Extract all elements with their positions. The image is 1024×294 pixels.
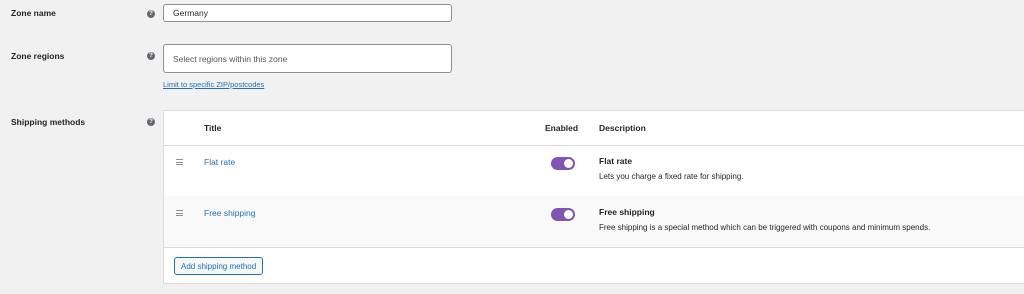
- method-description-text: Lets you charge a fixed rate for shippin…: [599, 172, 744, 181]
- column-title: Title: [204, 123, 222, 133]
- method-title-link[interactable]: Free shipping: [204, 208, 256, 218]
- toggle-knob: [564, 210, 573, 219]
- zone-name-help-icon[interactable]: ?: [147, 10, 155, 18]
- add-shipping-method-button[interactable]: Add shipping method: [174, 257, 264, 275]
- zone-name-input[interactable]: Germany: [163, 4, 452, 22]
- table-header: Title Enabled Description: [164, 111, 1024, 146]
- column-enabled: Enabled: [545, 123, 579, 133]
- method-description-text: Free shipping is a special method which …: [599, 223, 931, 232]
- zone-regions-help-icon[interactable]: ?: [147, 52, 155, 60]
- drag-handle-icon[interactable]: [176, 159, 183, 165]
- column-description: Description: [599, 123, 646, 133]
- enabled-toggle[interactable]: [551, 208, 575, 221]
- method-description-title: Free shipping: [599, 207, 655, 217]
- drag-handle-icon[interactable]: [176, 210, 183, 216]
- limit-postcodes-link[interactable]: Limit to specific ZIP/postcodes: [163, 80, 264, 89]
- zone-regions-label: Zone regions: [11, 51, 65, 61]
- shipping-methods-help-icon[interactable]: ?: [147, 118, 155, 126]
- shipping-methods-table: Title Enabled Description Flat rate Flat…: [163, 110, 1024, 284]
- shipping-methods-label: Shipping methods: [11, 117, 86, 127]
- zone-regions-select[interactable]: Select regions within this zone: [163, 44, 452, 73]
- enabled-toggle[interactable]: [551, 157, 575, 170]
- toggle-knob: [564, 159, 573, 168]
- zone-name-label: Zone name: [11, 8, 56, 18]
- table-row: Flat rate Flat rate Lets you charge a fi…: [164, 145, 1024, 197]
- method-title-link[interactable]: Flat rate: [204, 157, 235, 167]
- table-row: Free shipping Free shipping Free shippin…: [164, 196, 1024, 248]
- method-description-title: Flat rate: [599, 156, 633, 166]
